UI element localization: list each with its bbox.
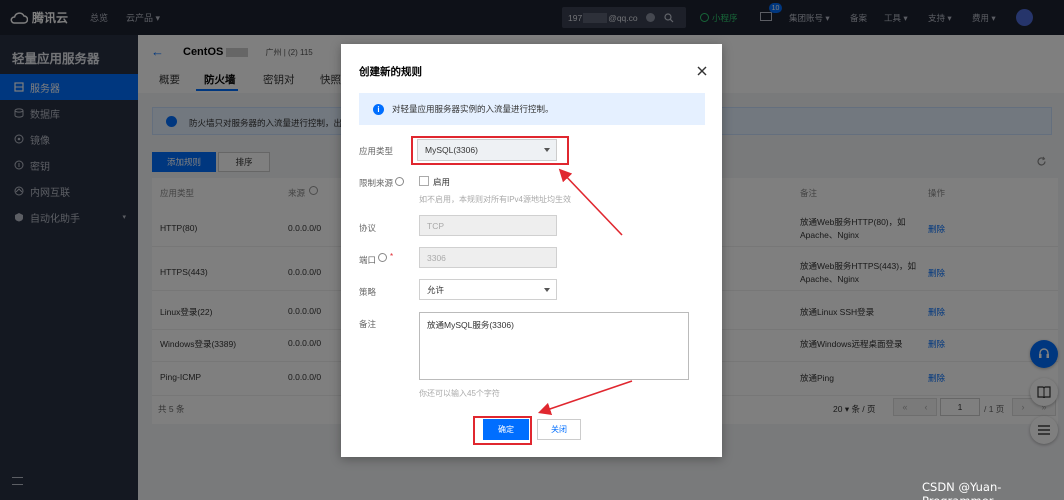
watermark: CSDN @Yuan-Programmer (922, 480, 1002, 500)
arrow-to-app-type (558, 168, 623, 236)
arrow-to-confirm (537, 380, 633, 415)
annotation-arrows (537, 168, 633, 415)
